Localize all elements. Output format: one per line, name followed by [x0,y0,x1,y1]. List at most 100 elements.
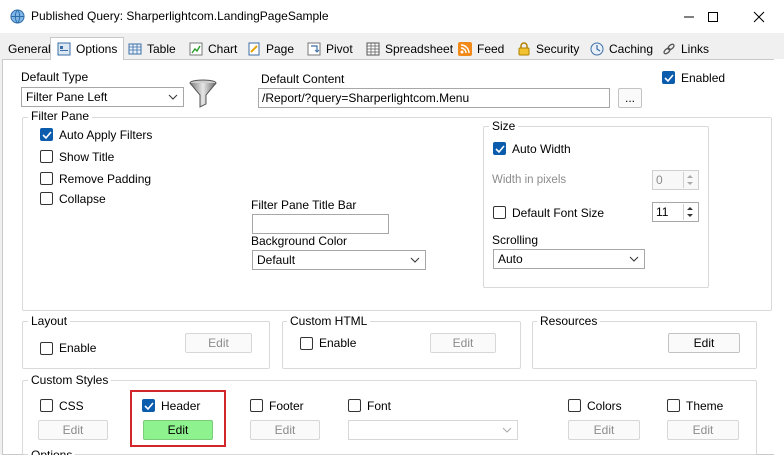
colors-checkbox[interactable] [568,399,581,412]
show-title-label: Show Title [59,150,115,164]
footer-checkbox[interactable] [250,399,263,412]
auto-apply-filters-label: Auto Apply Filters [59,128,153,142]
chevron-down-icon [502,427,512,433]
tab-feed[interactable]: Feed [452,39,510,59]
collapse-checkbox[interactable] [40,192,53,205]
custom-html-title: Custom HTML [287,314,371,328]
size-title: Size [489,119,519,133]
width-in-pixels-label: Width in pixels [492,174,567,186]
chevron-down-icon [629,256,639,262]
auto-apply-filters-checkbox[interactable] [40,128,53,141]
checkmark-icon [143,401,154,410]
pivot-icon [307,42,321,56]
width-in-pixels-spinner[interactable]: 0 [652,170,699,190]
spinner-arrows-icon [687,175,693,185]
chevron-down-icon [168,94,178,100]
checkmark-icon [41,130,52,139]
globe-app-icon [10,9,25,24]
collapse-label: Collapse [59,192,106,206]
lock-icon [518,42,530,56]
tab-spreadsheet[interactable]: Spreadsheet [360,39,459,59]
filter-pane-title: Filter Pane [28,109,93,123]
custom-styles-title: Custom Styles [28,373,112,387]
chart-icon [189,42,203,56]
tab-options[interactable]: Options [50,37,125,60]
default-content-field[interactable]: /Report/?query=Sharperlightcom.Menu [258,88,610,108]
tab-caching[interactable]: Caching [584,39,659,59]
close-button[interactable] [736,0,782,33]
scrolling-select[interactable]: Auto [493,249,645,269]
resources-title: Resources [537,314,601,328]
tab-pivot[interactable]: Pivot [301,39,359,59]
tab-table[interactable]: Table [122,39,182,59]
tab-general[interactable]: General [2,39,57,59]
layout-enable-label: Enable [59,341,97,355]
scrolling-label: Scrolling [492,233,539,247]
tab-chart[interactable]: Chart [183,39,243,59]
header-edit-button[interactable]: Edit [143,420,213,440]
default-type-label: Default Type [21,70,89,84]
footer-label: Footer [269,399,304,413]
layout-title: Layout [28,314,71,328]
table-icon [128,43,142,55]
enabled-checkbox[interactable] [662,71,675,84]
background-color-label: Background Color [251,234,348,248]
maximize-icon [708,11,718,22]
font-label: Font [367,399,392,413]
font-select[interactable] [348,420,518,440]
show-title-checkbox[interactable] [40,150,53,163]
resources-edit-button[interactable]: Edit [668,333,740,353]
css-edit-button[interactable]: Edit [38,420,108,440]
right-scroll-area [774,59,784,455]
layout-edit-button[interactable]: Edit [185,333,252,353]
browse-button[interactable]: ... [618,88,642,108]
theme-edit-button[interactable]: Edit [667,420,739,440]
css-checkbox[interactable] [40,399,53,412]
layout-enable-checkbox[interactable] [40,342,53,355]
checkmark-icon [494,144,505,153]
default-type-select[interactable]: Filter Pane Left [21,87,184,107]
default-content-label: Default Content [261,72,345,86]
default-font-size-checkbox[interactable] [493,206,506,219]
custom-html-enable-checkbox[interactable] [300,337,313,350]
options-icon [57,42,71,56]
window-title: Published Query: Sharperlightcom.Landing… [31,9,329,23]
tab-page[interactable]: Page [241,39,300,59]
auto-width-label: Auto Width [512,142,571,156]
close-icon [753,11,765,22]
link-icon [663,43,675,55]
default-font-size-label: Default Font Size [512,206,605,220]
tab-strip: General Options Table Chart Page Pivot S… [0,37,784,60]
rss-feed-icon [458,42,472,56]
maximize-button[interactable] [690,0,736,33]
filter-pane-title-bar-label: Filter Pane Title Bar [251,198,357,212]
auto-width-checkbox[interactable] [493,142,506,155]
filter-pane-title-bar-input[interactable] [252,214,389,234]
clock-icon [590,42,604,56]
colors-label: Colors [587,399,622,413]
header-checkbox[interactable] [142,399,155,412]
theme-checkbox[interactable] [667,399,680,412]
custom-html-edit-button[interactable]: Edit [430,333,496,353]
tab-security[interactable]: Security [511,39,585,59]
theme-label: Theme [686,399,724,413]
spreadsheet-icon [366,42,380,56]
remove-padding-label: Remove Padding [59,172,152,186]
remove-padding-checkbox[interactable] [40,172,53,185]
checkmark-icon [663,73,674,82]
options-group-title: Options [28,448,76,455]
colors-edit-button[interactable]: Edit [568,420,640,440]
chevron-down-icon [410,257,420,263]
page-icon [248,42,260,56]
footer-edit-button[interactable]: Edit [250,420,320,440]
css-label: CSS [59,399,84,413]
header-label: Header [161,399,201,413]
font-checkbox[interactable] [348,399,361,412]
font-size-spinner[interactable]: 11 [652,202,699,222]
enabled-label: Enabled [681,71,726,85]
title-bar: Published Query: Sharperlightcom.Landing… [0,0,784,33]
spinner-arrows-icon [687,207,693,217]
funnel-icon [189,79,217,108]
background-color-select[interactable]: Default [252,250,426,270]
tab-links[interactable]: Links [656,39,715,59]
